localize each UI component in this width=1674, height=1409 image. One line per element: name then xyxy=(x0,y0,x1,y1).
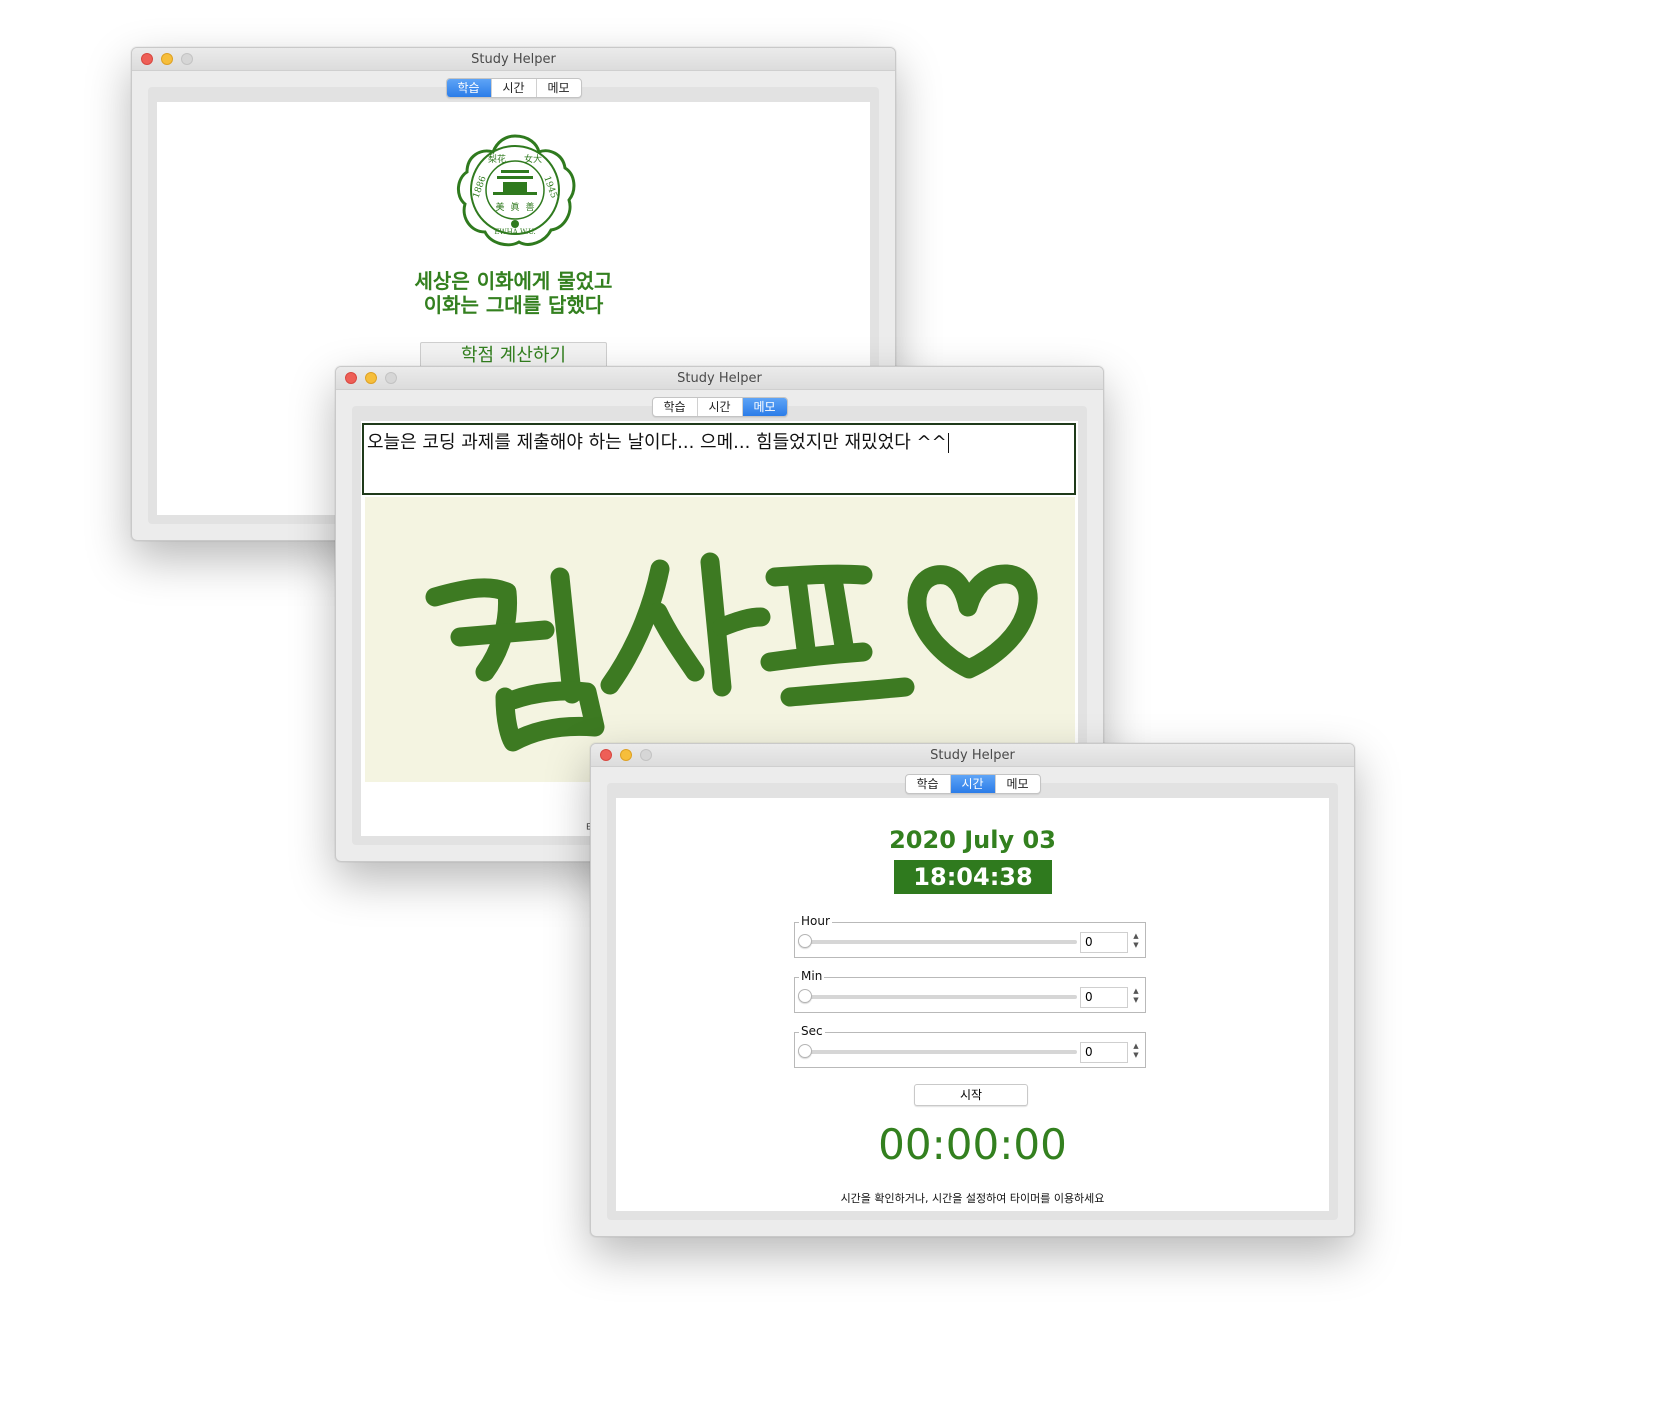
tab-memo[interactable]: 메모 xyxy=(996,775,1040,793)
sec-stepper-icon[interactable]: ▲ ▼ xyxy=(1131,1042,1141,1063)
drawing-canvas[interactable] xyxy=(365,497,1075,782)
tab-bar: 학습 시간 메모 xyxy=(904,774,1041,794)
seal-top-right: 女大 xyxy=(524,153,542,165)
hour-label: Hour xyxy=(799,914,832,928)
tab-learn[interactable]: 학습 xyxy=(446,79,492,97)
tab-frame: 2020 July 03 18:04:38 PM Hour 0 ▲ ▼ Min 0… xyxy=(607,783,1338,1220)
tab-memo[interactable]: 메모 xyxy=(537,79,581,97)
window-title: Study Helper xyxy=(930,748,1015,763)
min-group: Min 0 ▲ ▼ xyxy=(794,969,1146,1013)
min-spinbox[interactable]: 0 xyxy=(1080,987,1128,1008)
seal-bottom: EWHA W.U. xyxy=(494,228,535,236)
title-bar[interactable]: Study Helper xyxy=(132,48,895,71)
tab-bar: 학습 시간 메모 xyxy=(651,397,788,417)
timer-display: 00:00:00 xyxy=(878,1120,1067,1169)
min-slider-track[interactable] xyxy=(803,995,1077,999)
sec-group: Sec 0 ▲ ▼ xyxy=(794,1024,1146,1068)
min-slider-thumb[interactable] xyxy=(798,989,812,1003)
memo-text-value: 오늘은 코딩 과제를 제출해야 하는 날이다... 으메... 힘들었지만 재밌… xyxy=(367,432,947,453)
handwriting-drawing xyxy=(425,552,1038,752)
motto-line-2: 이화는 그대를 답했다 xyxy=(423,293,604,317)
hour-stepper-icon[interactable]: ▲ ▼ xyxy=(1131,932,1141,953)
seal-center-left: 美 xyxy=(495,201,504,213)
hint-text: 시간을 확인하거나, 시간을 설정하여 타이머를 이용하세요 xyxy=(840,1192,1105,1205)
tab-time[interactable]: 시간 xyxy=(698,398,743,416)
text-caret xyxy=(947,433,949,453)
ewha-seal-logo: 1886 1945 梨花 女大 EWHA W.U. 美 眞 善 xyxy=(457,134,576,247)
time-panel: 2020 July 03 18:04:38 PM Hour 0 ▲ ▼ Min 0… xyxy=(616,798,1329,1211)
hour-slider-thumb[interactable] xyxy=(798,934,812,948)
min-stepper-icon[interactable]: ▲ ▼ xyxy=(1131,987,1141,1008)
sec-slider-track[interactable] xyxy=(803,1050,1077,1054)
title-bar[interactable]: Study Helper xyxy=(591,744,1354,767)
sec-slider-thumb[interactable] xyxy=(798,1044,812,1058)
tab-bar: 학습 시간 메모 xyxy=(445,78,582,98)
current-clock: 18:04:38 PM xyxy=(894,860,1052,925)
tab-learn[interactable]: 학습 xyxy=(906,775,951,793)
tab-learn[interactable]: 학습 xyxy=(653,398,698,416)
memo-text-input[interactable]: 오늘은 코딩 과제를 제출해야 하는 날이다... 으메... 힘들었지만 재밌… xyxy=(362,423,1076,495)
hour-slider-track[interactable] xyxy=(803,940,1077,944)
hour-spinbox[interactable]: 0 xyxy=(1080,932,1128,953)
title-bar[interactable]: Study Helper xyxy=(336,367,1103,390)
seal-center-mid: 眞 xyxy=(510,201,519,213)
window-title: Study Helper xyxy=(471,52,556,67)
study-helper-window-time: Study Helper 학습 시간 메모 2020 July 03 18:04… xyxy=(590,743,1355,1237)
window-title: Study Helper xyxy=(677,371,762,386)
tab-time[interactable]: 시간 xyxy=(950,775,996,793)
sec-label: Sec xyxy=(799,1024,825,1038)
tab-time[interactable]: 시간 xyxy=(492,79,537,97)
seal-center-right: 善 xyxy=(525,201,534,213)
tab-memo[interactable]: 메모 xyxy=(742,398,787,416)
seal-top-left: 梨花 xyxy=(488,153,506,165)
start-button[interactable]: 시작 xyxy=(914,1084,1028,1106)
hour-group: Hour 0 ▲ ▼ xyxy=(794,914,1146,958)
current-date: 2020 July 03 xyxy=(889,826,1056,854)
sec-spinbox[interactable]: 0 xyxy=(1080,1042,1128,1063)
min-label: Min xyxy=(799,969,825,983)
